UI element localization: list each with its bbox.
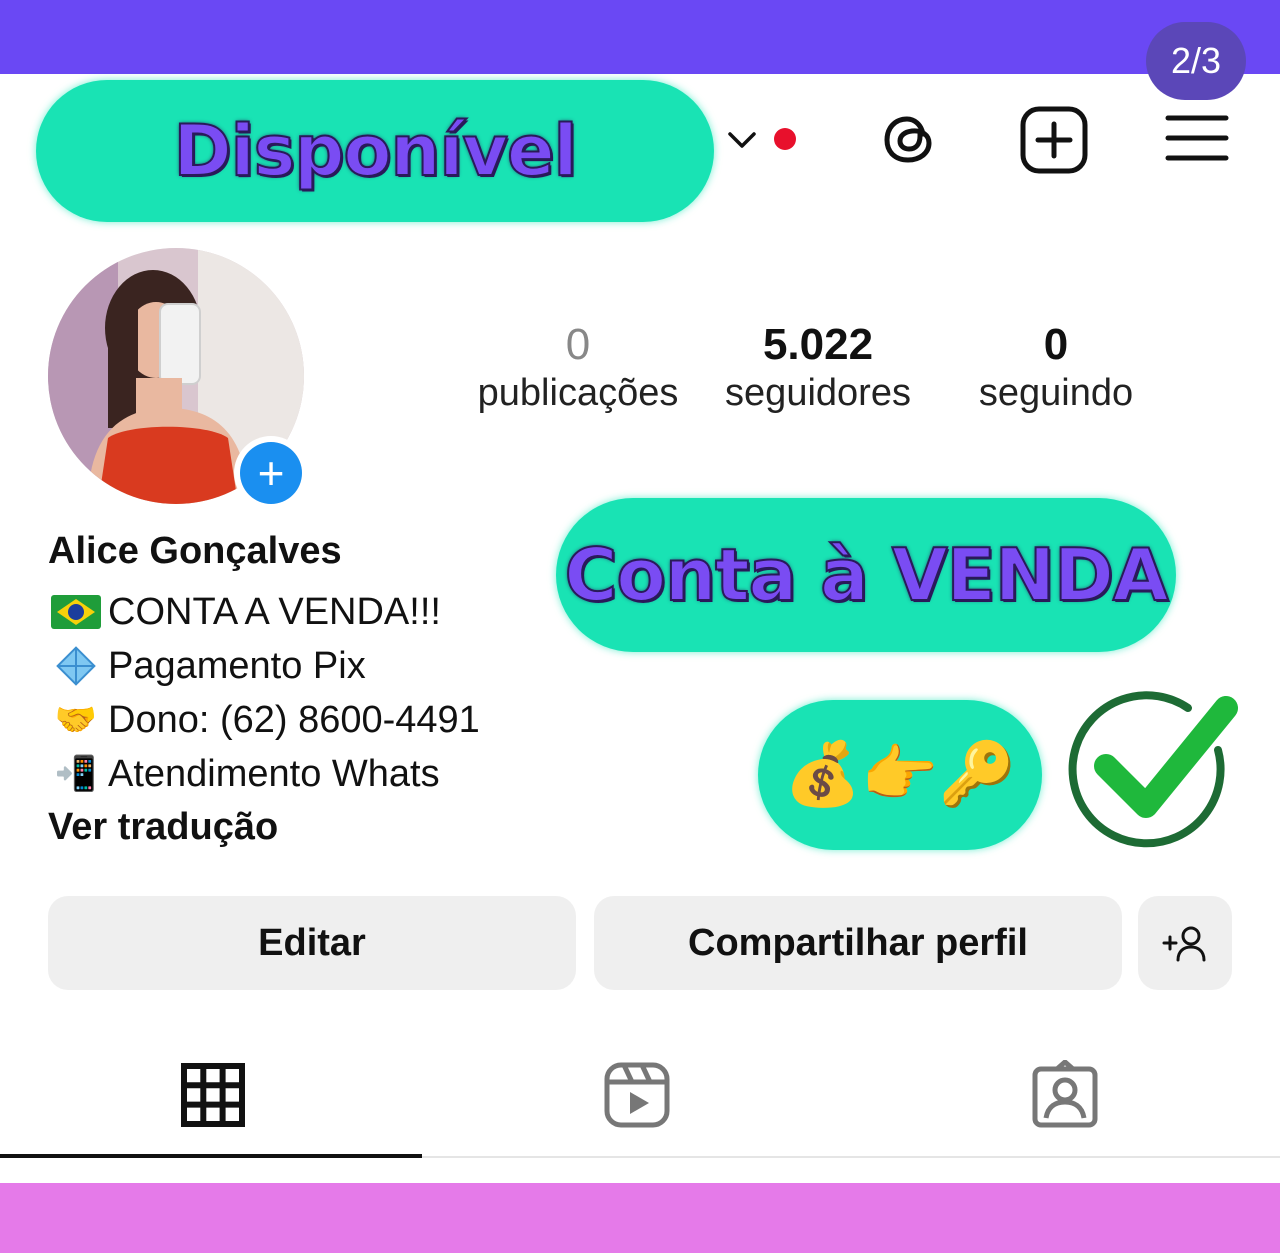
following-count: 0 — [1043, 320, 1069, 369]
followers-count: 5.022 — [762, 320, 874, 369]
tab-divider — [422, 1156, 1280, 1158]
stat-following[interactable]: 0 seguindo — [958, 320, 1154, 415]
threads-icon[interactable] — [874, 104, 944, 174]
following-label: seguindo — [978, 372, 1134, 414]
reels-icon[interactable] — [602, 1060, 672, 1130]
grid-icon[interactable] — [178, 1060, 248, 1130]
availability-text: Disponível — [173, 109, 579, 193]
plus-icon: + — [240, 442, 302, 504]
new-post-icon[interactable] — [1018, 104, 1090, 176]
bio-text: Dono: (62) 8600-4491 — [108, 698, 480, 741]
sale-banner: Conta à VENDA — [556, 498, 1176, 652]
posts-label: publicações — [477, 372, 679, 414]
sale-banner-text: Conta à VENDA — [564, 532, 1170, 618]
bio-text: Atendimento Whats — [108, 752, 440, 795]
stat-followers[interactable]: 5.022 seguidores — [708, 320, 928, 415]
pix-icon — [48, 644, 104, 688]
bio-text: Pagamento Pix — [108, 644, 366, 687]
page-counter: 2/3 — [1146, 22, 1246, 100]
active-tab-indicator — [0, 1154, 422, 1158]
profile-name: Alice Gonçalves — [48, 530, 342, 572]
tagged-icon[interactable] — [1030, 1060, 1100, 1130]
add-story-button[interactable]: + — [234, 436, 308, 510]
brazil-flag-icon — [48, 590, 104, 634]
notification-dot — [774, 128, 796, 150]
posts-count: 0 — [565, 320, 591, 369]
bio-line: Pagamento Pix — [48, 644, 366, 688]
add-person-icon — [1162, 926, 1206, 962]
bio-line: 🤝 Dono: (62) 8600-4491 — [48, 698, 480, 742]
followers-label: seguidores — [725, 372, 911, 414]
see-translation-link[interactable]: Ver tradução — [48, 806, 278, 849]
bio-text: CONTA A VENDA!!! — [108, 590, 441, 633]
availability-badge: Disponível — [36, 80, 714, 222]
mobile-phone-arrow-icon: 📲 — [54, 755, 98, 793]
bio-line: 📲 Atendimento Whats — [48, 752, 440, 796]
stat-posts: 0 publicações — [468, 320, 688, 415]
chevron-down-icon[interactable] — [724, 122, 760, 158]
bottom-color-band — [0, 1183, 1280, 1253]
handshake-icon: 🤝 — [54, 701, 98, 739]
emoji-banner: 💰👉🔑 — [758, 700, 1042, 850]
bio-line: CONTA A VENDA!!! — [48, 590, 441, 634]
edit-profile-button[interactable]: Editar — [48, 896, 576, 990]
checkmark-icon — [1068, 691, 1238, 848]
share-profile-button[interactable]: Compartilhar perfil — [594, 896, 1122, 990]
emoji-banner-text: 💰👉🔑 — [784, 740, 1016, 809]
menu-icon[interactable] — [1164, 110, 1230, 166]
top-color-band — [0, 0, 1280, 74]
discover-people-button[interactable] — [1138, 896, 1232, 990]
